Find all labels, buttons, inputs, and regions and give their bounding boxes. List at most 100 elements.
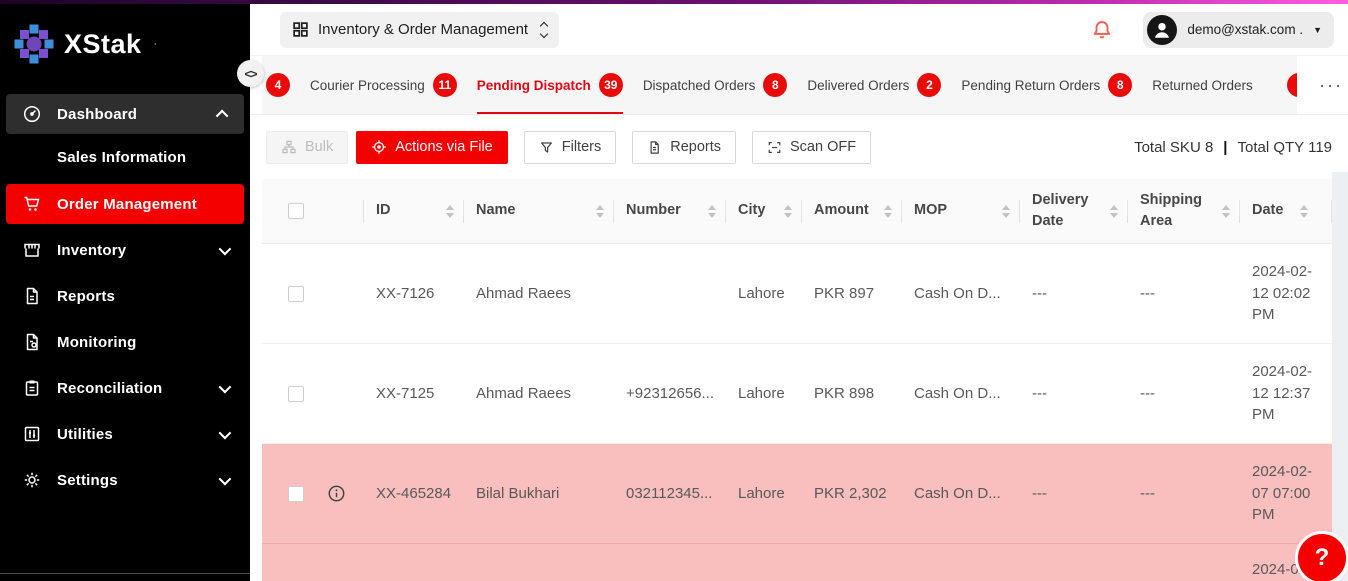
- bulk-button[interactable]: Bulk: [266, 131, 348, 164]
- cell-shipping-area: ---: [1128, 344, 1240, 443]
- sort-icon[interactable]: [784, 205, 792, 218]
- scan-toggle-button[interactable]: Scan OFF: [752, 131, 871, 164]
- avatar: [1147, 15, 1177, 45]
- sidebar-item-utilities[interactable]: Utilities: [6, 414, 244, 454]
- totals-summary: Total SKU 8 | Total QTY 119: [1134, 139, 1332, 156]
- user-menu-button[interactable]: demo@xstak.com . ▼: [1143, 12, 1334, 48]
- total-qty: Total QTY 119: [1238, 139, 1333, 156]
- cell-city: Lahore: [726, 244, 802, 343]
- vertical-scrollbar[interactable]: [1332, 172, 1348, 581]
- cell-name: Ahmad Raees: [464, 344, 614, 443]
- col-date: Date: [1252, 200, 1283, 221]
- table-header: ID Name Number City Amount MOP Delivery …: [262, 179, 1332, 244]
- info-icon[interactable]: [327, 484, 346, 503]
- tab-pending-return-orders[interactable]: Pending Return Orders 8: [961, 56, 1132, 114]
- chevron-down-icon: [219, 472, 232, 485]
- cell-id: [364, 544, 464, 581]
- sidebar-item-label: Dashboard: [57, 106, 137, 123]
- cart-icon: [22, 194, 42, 214]
- reports-button[interactable]: Reports: [632, 131, 736, 164]
- table-row[interactable]: XX-7126 Ahmad Raees Lahore PKR 897 Cash …: [262, 244, 1332, 344]
- tab-label: Courier Processing: [310, 78, 425, 93]
- sidebar-item-monitoring[interactable]: Monitoring: [6, 322, 244, 362]
- sidebar-item-label: Monitoring: [57, 334, 136, 351]
- brand-trademark-dot: ·: [154, 38, 158, 50]
- grid-icon: [292, 21, 309, 38]
- monitor-icon: [22, 332, 42, 352]
- tab-returned-orders[interactable]: Returned Orders: [1152, 56, 1253, 114]
- cell-id: XX-7125: [364, 344, 464, 443]
- filters-button[interactable]: Filters: [524, 131, 616, 164]
- table-row[interactable]: XX-465284 Bilal Bukhari 032112345... Lah…: [262, 444, 1332, 544]
- tab-label: Delivered Orders: [807, 78, 909, 93]
- notification-bell-icon[interactable]: [1091, 19, 1113, 41]
- sort-icon[interactable]: [446, 205, 454, 218]
- select-all-checkbox[interactable]: [288, 203, 304, 219]
- row-checkbox[interactable]: [288, 486, 304, 502]
- table-row[interactable]: 2024-02-: [262, 544, 1332, 581]
- sidebar-item-settings[interactable]: Settings: [6, 460, 244, 500]
- xstak-flower-icon: [14, 24, 54, 64]
- tab-count-badge: 2: [917, 73, 941, 97]
- cell-amount: PKR 898: [802, 344, 902, 443]
- store-icon: [22, 240, 42, 260]
- sort-icon[interactable]: [1110, 205, 1118, 218]
- cell-number: 032112345...: [614, 444, 726, 543]
- cell-delivery-date: ---: [1020, 344, 1128, 443]
- table-body: XX-7126 Ahmad Raees Lahore PKR 897 Cash …: [262, 244, 1332, 581]
- sidebar-item-reconciliation[interactable]: Reconciliation: [6, 368, 244, 408]
- sidebar-item-order-management[interactable]: Order Management: [6, 184, 244, 224]
- document-icon: [647, 140, 662, 155]
- totals-divider: |: [1223, 139, 1227, 156]
- sort-icon[interactable]: [596, 205, 604, 218]
- tab-pending-dispatch[interactable]: Pending Dispatch 39: [477, 56, 623, 114]
- sidebar-menu: Dashboard Sales Information Order Manage…: [0, 94, 250, 500]
- user-email: demo@xstak.com .: [1187, 22, 1303, 37]
- sidebar-item-sales-information[interactable]: Sales Information: [6, 140, 244, 174]
- sort-icon[interactable]: [884, 205, 892, 218]
- cell-amount: PKR 2,302: [802, 444, 902, 543]
- leading-tab-badge[interactable]: 4: [266, 73, 290, 97]
- table-row[interactable]: XX-7125 Ahmad Raees +92312656... Lahore …: [262, 344, 1332, 444]
- sort-icon[interactable]: [1222, 205, 1230, 218]
- cell-mop: Cash On D...: [902, 444, 1020, 543]
- sort-icon[interactable]: [708, 205, 716, 218]
- brand-name: XStak: [64, 29, 142, 60]
- app-switcher-button[interactable]: Inventory & Order Management: [280, 12, 559, 48]
- tab-dispatched-orders[interactable]: Dispatched Orders 8: [643, 56, 788, 114]
- scan-icon: [767, 140, 782, 155]
- sort-icon[interactable]: [1002, 205, 1010, 218]
- sidebar-item-dashboard[interactable]: Dashboard: [6, 94, 244, 134]
- help-button[interactable]: ?: [1295, 531, 1348, 581]
- tab-delivered-orders[interactable]: Delivered Orders 2: [807, 56, 941, 114]
- cell-amount: [802, 544, 902, 581]
- chevron-down-icon: [219, 242, 232, 255]
- sort-icon[interactable]: [1300, 205, 1308, 218]
- col-city: City: [738, 200, 765, 221]
- cell-name: Ahmad Raees: [464, 244, 614, 343]
- cell-shipping-area: ---: [1128, 244, 1240, 343]
- clipped-tab-badge: [1287, 73, 1297, 97]
- gear-icon: [22, 470, 42, 490]
- sidebar-item-label: Reports: [57, 288, 115, 305]
- cell-date: 2024-02-12 12:37 PM: [1240, 344, 1332, 443]
- tab-label: Returned Orders: [1152, 78, 1253, 93]
- tab-courier-processing[interactable]: Courier Processing 11: [310, 56, 457, 114]
- actions-via-file-button[interactable]: Actions via File: [356, 131, 508, 164]
- row-checkbox[interactable]: [288, 286, 304, 302]
- orders-table: ID Name Number City Amount MOP Delivery …: [262, 179, 1332, 581]
- cell-number: [614, 544, 726, 581]
- cell-mop: Cash On D...: [902, 244, 1020, 343]
- row-checkbox[interactable]: [288, 386, 304, 402]
- sidebar-item-inventory[interactable]: Inventory: [6, 230, 244, 270]
- main-content: Inventory & Order Management demo@xstak.…: [250, 4, 1348, 581]
- tab-strip: 4 Courier Processing 11 Pending Dispatch…: [262, 56, 1297, 114]
- more-tabs-button[interactable]: ···: [1319, 56, 1343, 114]
- cell-shipping-area: ---: [1128, 444, 1240, 543]
- sidebar-item-reports[interactable]: Reports: [6, 276, 244, 316]
- col-delivery-date: Delivery Date: [1032, 190, 1102, 232]
- chevron-down-icon: [219, 426, 232, 439]
- cell-shipping-area: [1128, 544, 1240, 581]
- cell-amount: PKR 897: [802, 244, 902, 343]
- sidebar-collapse-toggle-icon[interactable]: <>: [237, 60, 264, 87]
